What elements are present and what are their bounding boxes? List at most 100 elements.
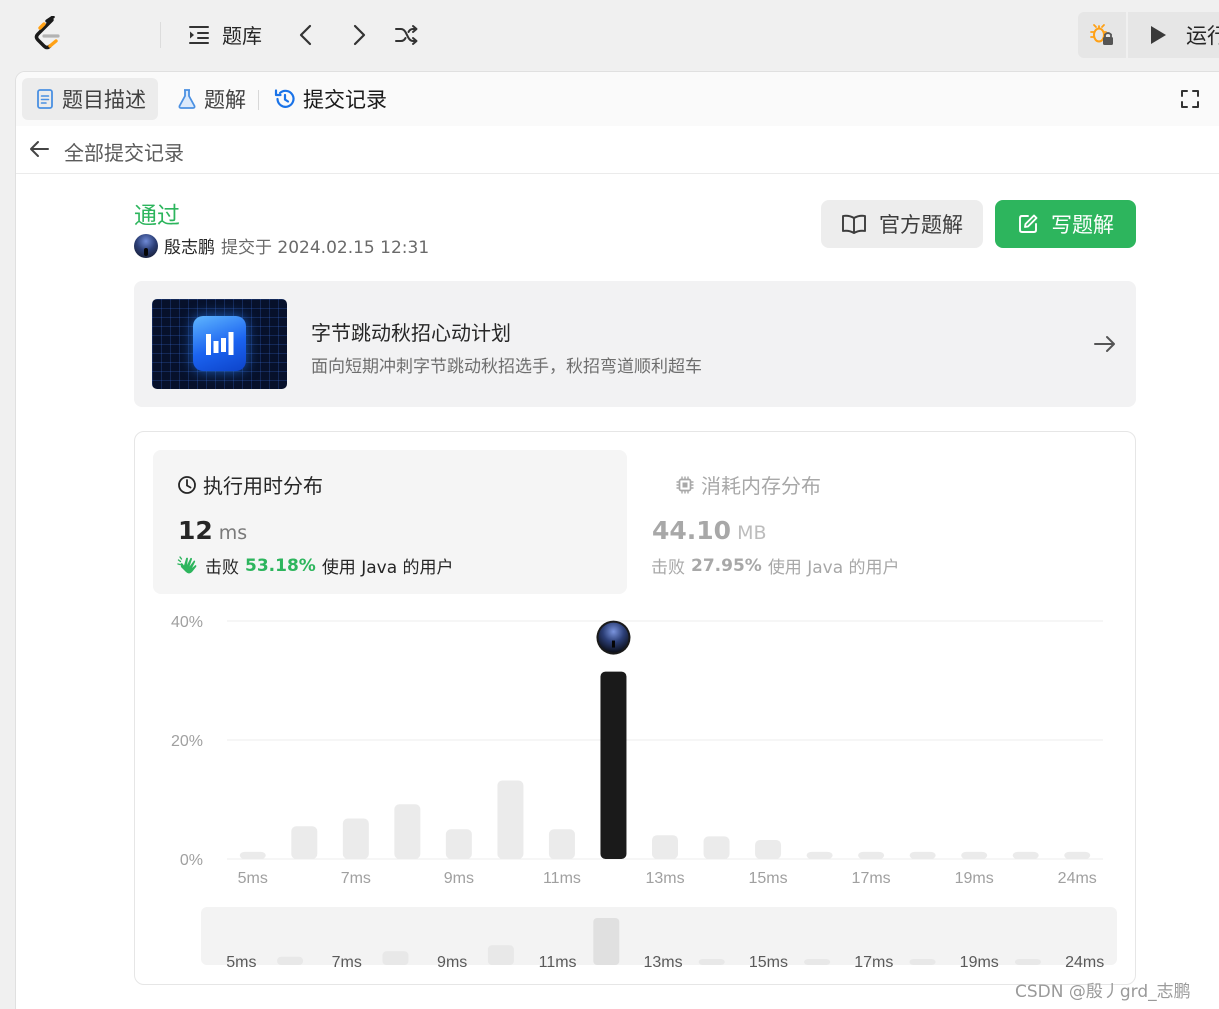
chart-bar-8ms[interactable]	[394, 804, 421, 859]
overview-bar	[487, 945, 514, 965]
tab-solutions[interactable]: 题解	[164, 78, 258, 120]
bytedance-logo-icon	[206, 332, 234, 355]
official-solution-label: 官方题解	[879, 213, 963, 237]
overview-bar	[804, 959, 831, 965]
chart-bar-12ms[interactable]	[600, 671, 627, 859]
tab-solutions-label: 题解	[204, 88, 246, 112]
overview-label: 5ms	[226, 954, 256, 971]
submission-status: 通过	[134, 203, 180, 229]
x-tick-label: 9ms	[444, 870, 474, 887]
y-tick-label: 40%	[171, 614, 203, 631]
x-tick-label: 17ms	[852, 870, 891, 887]
nav-divider	[160, 22, 161, 48]
marker-figure	[611, 640, 615, 648]
chart-bar-11ms[interactable]	[548, 829, 575, 859]
overview-label: 11ms	[539, 954, 577, 971]
y-tick-label: 0%	[180, 852, 203, 869]
overview-bar	[382, 951, 409, 965]
overview-label: 15ms	[749, 954, 788, 971]
leetcode-logo-icon[interactable]	[30, 16, 66, 54]
play-icon	[1151, 26, 1166, 44]
x-tick-label: 5ms	[238, 870, 268, 887]
submission-info: 殷志鹏 提交于 2024.02.15 12:31	[134, 233, 429, 258]
banner-title: 字节跳动秋招心动计划	[311, 321, 511, 345]
runtime-distribution-chart: 0% 20% 40% 5ms 7ms 9ms 11ms 13ms 15ms 17ms 19ms 24…	[171, 614, 1117, 971]
next-problem-icon[interactable]	[345, 22, 371, 48]
chart-bar-5ms[interactable]	[239, 851, 266, 859]
all-submissions-link[interactable]: 全部提交记录	[64, 137, 184, 166]
chart-bar-19ms[interactable]	[961, 851, 988, 859]
debug-button[interactable]	[1078, 12, 1126, 58]
x-tick-label: 11ms	[543, 870, 581, 887]
chart-bar-7ms[interactable]	[342, 818, 369, 859]
overview-label: 19ms	[960, 954, 999, 971]
problem-list-label: 题库	[222, 24, 262, 48]
debug-locked-icon	[1090, 24, 1113, 45]
write-solution-label: 写题解	[1051, 213, 1114, 237]
book-icon	[842, 214, 866, 234]
edit-icon	[1019, 214, 1038, 233]
overview-bar	[1014, 959, 1041, 965]
chart-bar-15ms[interactable]	[755, 839, 782, 859]
banner-subtitle: 面向短期冲刺字节跳动秋招选手，秋招弯道顺利超车	[311, 357, 702, 377]
document-icon	[37, 89, 53, 109]
flask-icon	[178, 89, 196, 109]
tab-separator	[258, 90, 259, 110]
tab-description-label: 题目描述	[62, 88, 146, 112]
shuffle-icon[interactable]	[393, 22, 419, 48]
chart-bar-9ms[interactable]	[445, 829, 472, 859]
chart-bar-6ms[interactable]	[291, 826, 318, 859]
overview-bar	[909, 959, 936, 965]
marker-avatar	[598, 622, 629, 653]
avatar[interactable]	[134, 233, 158, 258]
author-name[interactable]: 殷志鹏	[164, 233, 215, 258]
tab-submissions[interactable]: 提交记录	[261, 78, 399, 120]
prev-problem-icon[interactable]	[294, 22, 320, 48]
overview-label: 13ms	[643, 954, 682, 971]
chart-bar-18ms[interactable]	[909, 851, 936, 859]
overview-bar	[593, 918, 620, 965]
list-indent-icon	[189, 25, 209, 44]
stats-card: 执行用时分布 12 ms 击败 53.18% 使用 Java 的用户 消耗内存分…	[134, 431, 1136, 985]
submission-panel: 题目描述 题解 提交记录 全部提交记录 通过 殷志鹏 提交于 2024.02.1…	[15, 71, 1219, 1009]
banner-image	[152, 299, 287, 389]
back-arrow-icon[interactable]	[28, 138, 50, 160]
tab-description[interactable]: 题目描述	[22, 78, 158, 120]
overview-label: 7ms	[332, 954, 362, 971]
chart-bar-14ms[interactable]	[703, 836, 730, 859]
x-tick-label: 19ms	[955, 870, 994, 887]
write-solution-button[interactable]: 写题解	[995, 200, 1136, 248]
arrow-right-icon[interactable]	[1092, 331, 1118, 357]
run-label: 运行	[1186, 24, 1219, 48]
watermark: CSDN @殷丿grd_志鹏	[1015, 982, 1191, 1002]
chart-bar-24ms[interactable]	[1064, 851, 1091, 859]
x-tick-label: 15ms	[748, 870, 787, 887]
promo-banner[interactable]: 字节跳动秋招心动计划 面向短期冲刺字节跳动秋招选手，秋招弯道顺利超车	[134, 281, 1136, 407]
overview-bar	[698, 959, 725, 965]
official-solution-button[interactable]: 官方题解	[821, 200, 983, 248]
run-controls: 运行	[1078, 12, 1219, 58]
back-bar: 全部提交记录	[16, 126, 1219, 174]
panel-tabbar: 题目描述 题解 提交记录	[16, 72, 1219, 126]
x-tick-label: 7ms	[341, 870, 371, 887]
overview-bar	[277, 956, 304, 965]
overview-label: 24ms	[1065, 954, 1104, 971]
my-submission-marker	[596, 620, 631, 655]
y-tick-label: 20%	[171, 733, 203, 750]
x-tick-label: 24ms	[1058, 870, 1097, 887]
submit-time: 提交于 2024.02.15 12:31	[221, 238, 430, 258]
chart-bar-13ms[interactable]	[652, 835, 678, 859]
problem-list-button[interactable]: 题库	[186, 20, 262, 49]
run-button[interactable]: 运行	[1128, 12, 1219, 58]
overview-label: 17ms	[854, 954, 893, 971]
chart-bar-20ms[interactable]	[1012, 851, 1039, 859]
overview-label: 9ms	[437, 954, 467, 971]
fullscreen-icon[interactable]	[1179, 88, 1201, 110]
tab-submissions-label: 提交记录	[303, 88, 387, 112]
chart-bar-17ms[interactable]	[858, 851, 885, 859]
top-nav: 题库 运行	[0, 0, 1219, 72]
chart-bar-10ms[interactable]	[497, 780, 524, 859]
history-icon	[274, 89, 295, 108]
chart-bar-16ms[interactable]	[806, 851, 833, 859]
x-tick-label: 13ms	[645, 870, 684, 887]
